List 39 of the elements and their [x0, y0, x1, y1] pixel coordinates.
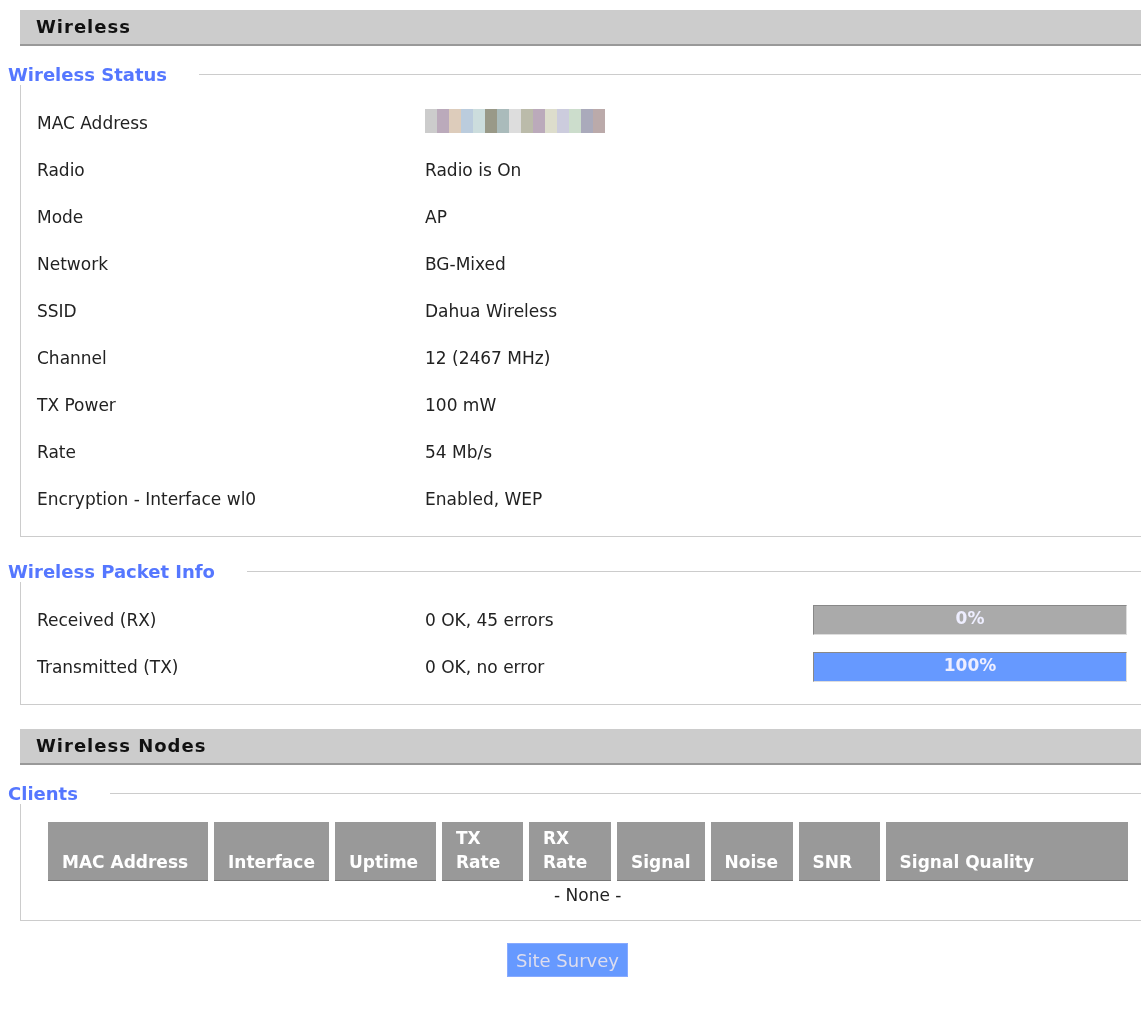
field-value: Enabled, WEP — [425, 488, 543, 509]
column-header: Signal Quality — [885, 822, 1128, 881]
column-header: Uptime — [334, 822, 436, 881]
field-label: Mode — [37, 206, 85, 227]
field-label: SSID — [37, 300, 78, 321]
field-value: BG-Mixed — [425, 253, 506, 274]
column-header: Noise — [710, 822, 793, 881]
field-label: Radio — [37, 159, 86, 180]
group-title: Clients — [8, 783, 79, 804]
column-header: RX Rate — [528, 822, 611, 881]
field-label: Received (RX) — [37, 609, 158, 630]
field-label: Channel — [37, 347, 108, 368]
field-value: 0 OK, no error — [425, 656, 545, 677]
empty-message: - None - — [554, 885, 622, 905]
column-header: TX Rate — [441, 822, 523, 881]
field-label: TX Power — [37, 394, 117, 415]
progress-reading: 100% — [942, 654, 998, 675]
field-value: 0 OK, 45 errors — [425, 609, 554, 630]
field-label: Rate — [37, 441, 77, 462]
column-header: SNR — [798, 822, 880, 881]
field-value: AP — [425, 206, 447, 227]
field-value: 12 (2467 MHz) — [425, 347, 551, 368]
section-header: Wireless — [20, 10, 1141, 46]
field-label: Transmitted (TX) — [37, 656, 180, 677]
field-value: 100 mW — [425, 394, 497, 415]
field-value: 54 Mb/s — [425, 441, 493, 462]
group-title: Wireless Packet Info — [8, 561, 216, 582]
field-label: MAC Address — [37, 112, 149, 133]
site-survey-button[interactable]: Site Survey — [507, 943, 628, 977]
field-label: Network — [37, 253, 109, 274]
column-header: MAC Address — [48, 822, 208, 881]
group-title: Wireless Status — [8, 64, 169, 85]
field-label: Encryption - Interface wl0 — [37, 488, 258, 509]
field-value: Dahua Wireless — [425, 300, 557, 321]
column-header: Signal — [616, 822, 705, 881]
progress-reading: 0% — [954, 607, 986, 628]
column-header: Interface — [214, 822, 329, 881]
field-value: Radio is On — [425, 159, 522, 180]
section-header: Wireless Nodes — [20, 729, 1141, 765]
